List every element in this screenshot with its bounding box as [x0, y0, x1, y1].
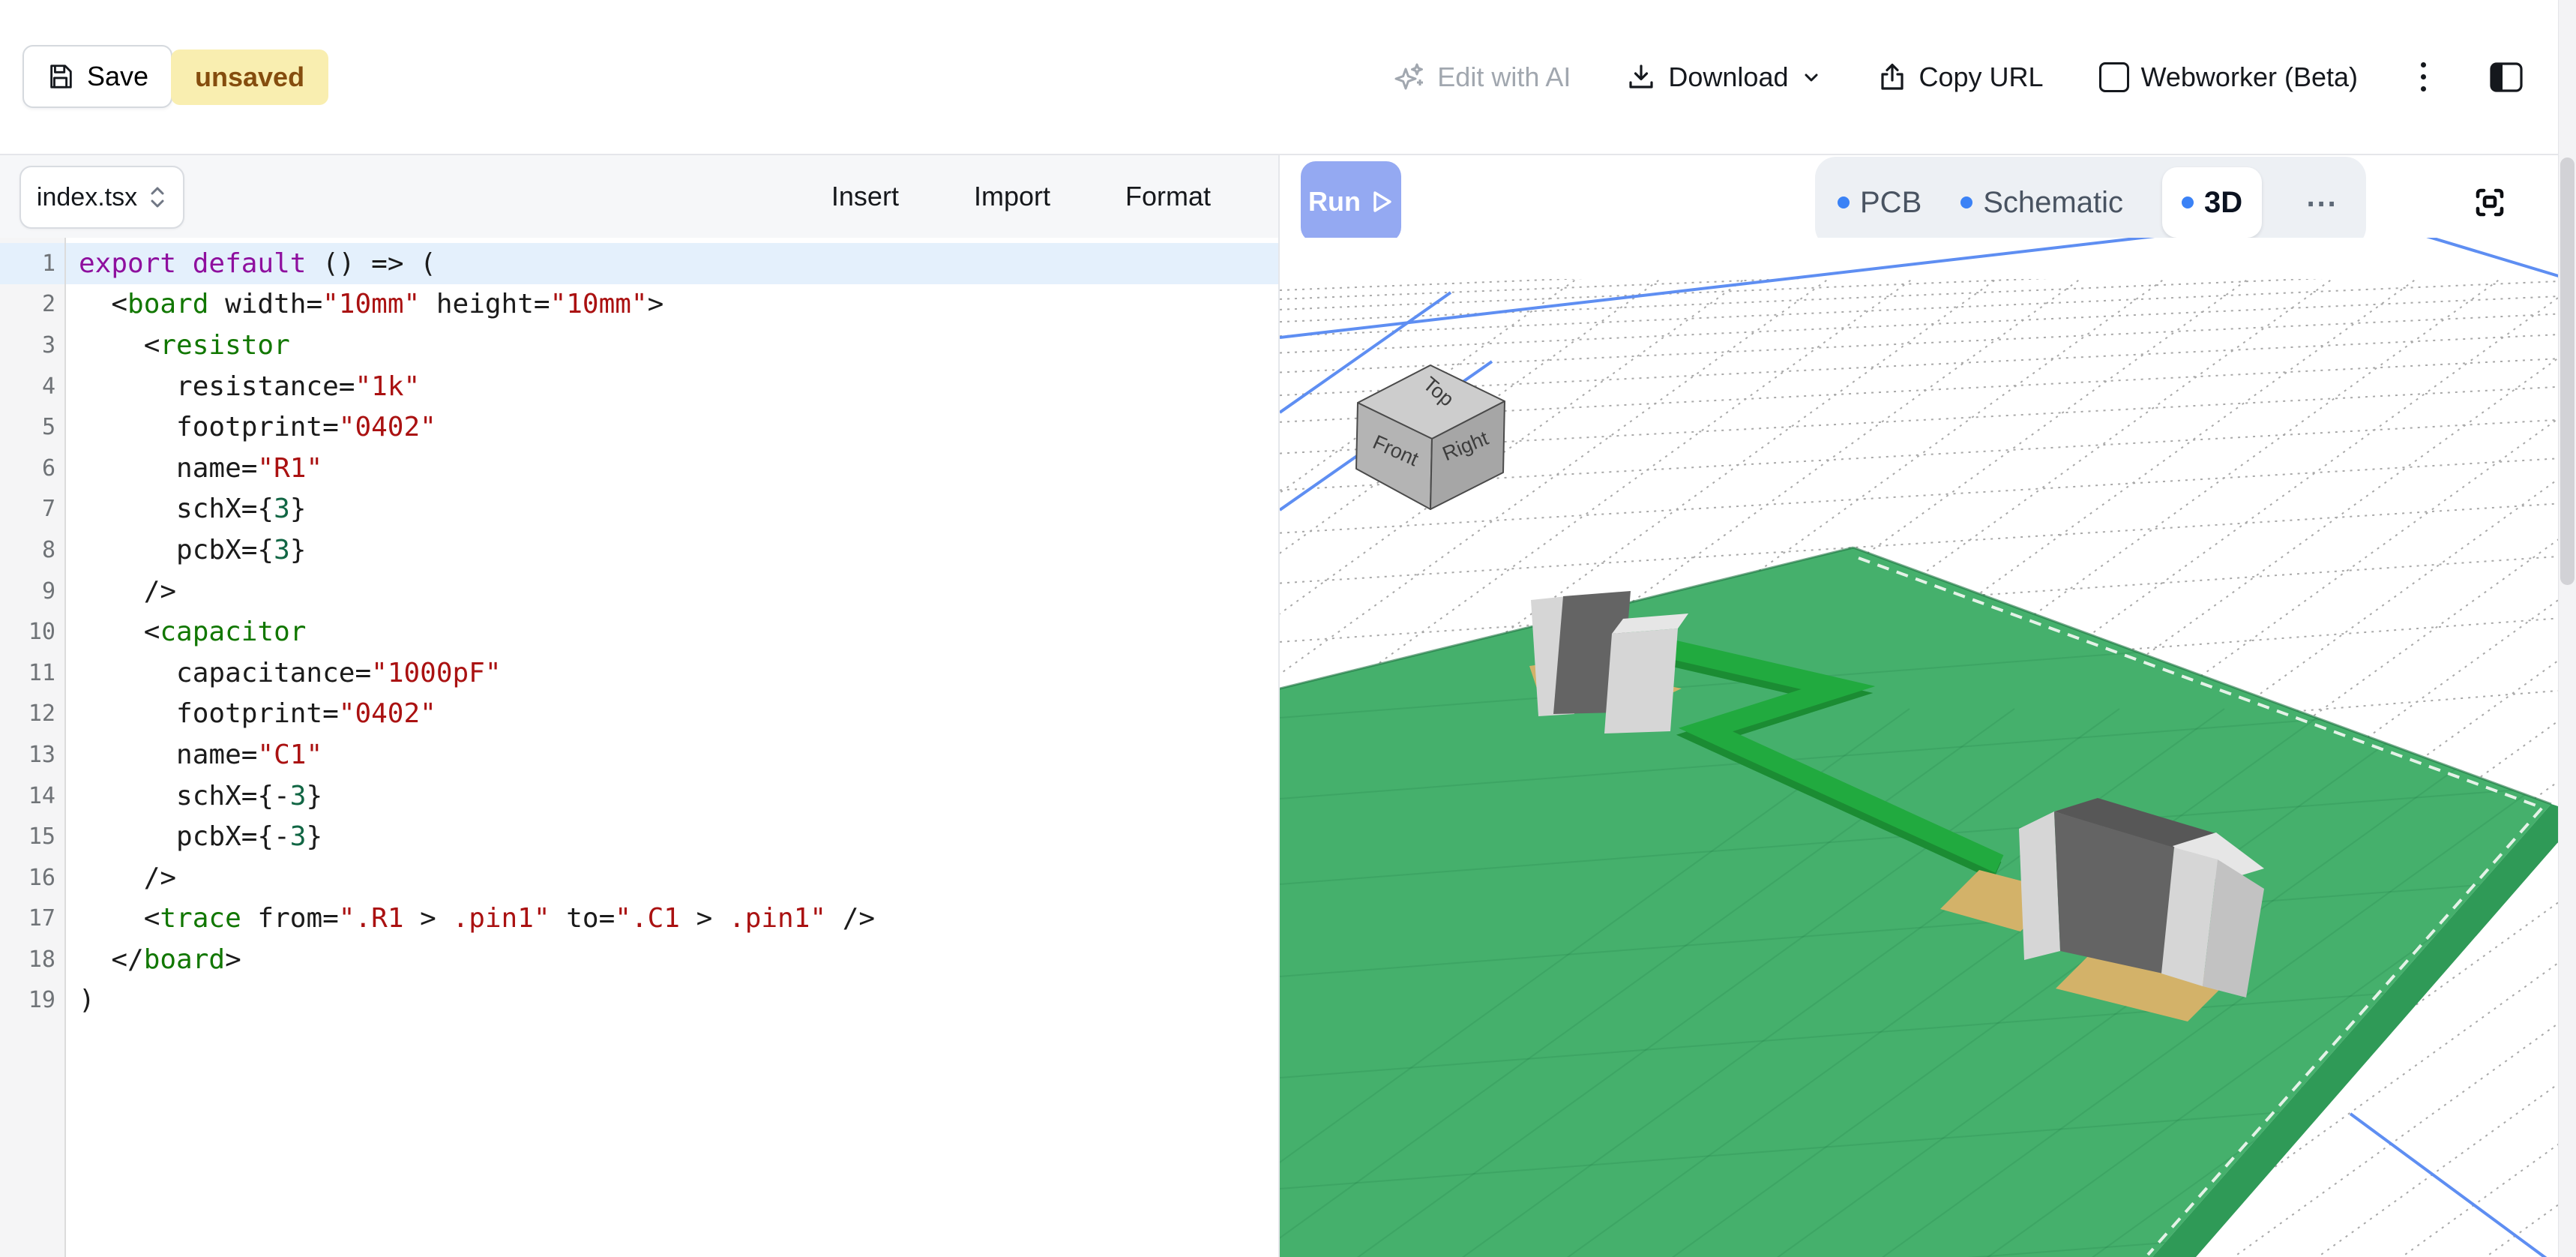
chip-end-cap [2019, 812, 2060, 960]
import-button[interactable]: Import [974, 181, 1050, 212]
copy-url-button[interactable]: Copy URL [1877, 62, 2044, 93]
unsaved-status-badge: unsaved [171, 50, 328, 105]
3d-viewport[interactable]: Top Front Right [1280, 238, 2558, 1257]
editor-toolbar: index.tsx Insert Import Format [0, 155, 1278, 239]
code-line[interactable]: 18 </board> [0, 939, 1278, 980]
sparkles-icon [1394, 62, 1425, 93]
code-line[interactable]: 9 /> [0, 571, 1278, 612]
line-number: 8 [0, 530, 66, 571]
pcb-dot-icon [1838, 196, 1850, 208]
3d-dot-icon [2182, 196, 2194, 208]
share-icon [1877, 62, 1907, 92]
line-number: 12 [0, 694, 66, 735]
copy-url-label: Copy URL [1919, 62, 2044, 93]
more-options-button[interactable] [2413, 58, 2434, 96]
line-number: 11 [0, 652, 66, 694]
tab-pcb-label: PCB [1860, 186, 1922, 220]
code-line[interactable]: 3 <resistor [0, 325, 1278, 366]
editor-toolbar-links: Insert Import Format [831, 155, 1211, 238]
file-select[interactable]: index.tsx [19, 166, 184, 229]
run-label: Run [1308, 186, 1361, 218]
download-label: Download [1668, 62, 1788, 93]
code-line[interactable]: 13 name="C1" [0, 734, 1278, 776]
code-line[interactable]: 16 /> [0, 857, 1278, 898]
line-number: 15 [0, 816, 66, 857]
line-number: 2 [0, 284, 66, 326]
code-lines: 1export default () => (2 <board width="1… [0, 243, 1278, 1021]
window-scrollbar[interactable] [2558, 0, 2576, 1257]
code-editor[interactable]: 1export default () => (2 <board width="1… [0, 238, 1278, 1257]
toggle-panel-button[interactable] [2489, 62, 2524, 93]
tscircuit-editor-app: Save unsaved Edit with AI [0, 0, 2576, 1257]
edit-with-ai-label: Edit with AI [1437, 62, 1571, 93]
line-number: 4 [0, 366, 66, 407]
download-button[interactable]: Download [1626, 62, 1821, 93]
line-number: 1 [0, 243, 66, 284]
line-number: 19 [0, 980, 66, 1022]
fullscreen-icon [2469, 182, 2511, 224]
view-tabs: PCB Schematic 3D ⋯ [1815, 157, 2366, 248]
code-line[interactable]: 1export default () => ( [0, 243, 1278, 284]
fit-view-button[interactable] [2467, 179, 2513, 226]
orientation-cube[interactable]: Top Front Right [1356, 365, 1505, 509]
line-number: 16 [0, 857, 66, 898]
run-button[interactable]: Run [1301, 161, 1401, 242]
preview-toolbar: Run PCB Schematic 3D ⋯ [1280, 155, 2558, 238]
code-line[interactable]: 10 <capacitor [0, 611, 1278, 652]
line-number: 6 [0, 448, 66, 489]
save-label: Save [87, 61, 148, 92]
line-number: 5 [0, 406, 66, 448]
3d-scene-svg: Top Front Right [1280, 238, 2558, 1257]
file-name: index.tsx [37, 183, 137, 212]
save-button[interactable]: Save [22, 45, 172, 108]
tab-3d[interactable]: 3D [2162, 167, 2262, 238]
line-number: 3 [0, 325, 66, 366]
code-line[interactable]: 15 pcbX={-3} [0, 816, 1278, 857]
header: Save unsaved Edit with AI [0, 0, 2576, 155]
header-actions: Edit with AI Download [1394, 0, 2524, 154]
pcb-board-top[interactable] [1280, 548, 2551, 1257]
line-number: 14 [0, 776, 66, 817]
tab-schematic[interactable]: Schematic [1960, 186, 2123, 220]
select-chevrons-icon [148, 184, 167, 210]
edit-with-ai-button[interactable]: Edit with AI [1394, 62, 1571, 93]
download-icon [1626, 62, 1656, 92]
webworker-toggle[interactable]: Webworker (Beta) [2099, 62, 2358, 93]
code-line[interactable]: 11 capacitance="1000pF" [0, 652, 1278, 694]
code-line[interactable]: 19) [0, 980, 1278, 1022]
insert-button[interactable]: Insert [831, 181, 899, 212]
line-number: 17 [0, 898, 66, 940]
webworker-checkbox[interactable] [2099, 62, 2129, 92]
code-line[interactable]: 2 <board width="10mm" height="10mm"> [0, 284, 1278, 326]
chip-end-cap [1604, 628, 1678, 734]
save-icon [46, 62, 75, 91]
code-line[interactable]: 7 schX={3} [0, 489, 1278, 530]
code-line[interactable]: 8 pcbX={3} [0, 530, 1278, 571]
scrollbar-thumb[interactable] [2560, 158, 2575, 585]
code-line[interactable]: 14 schX={-3} [0, 776, 1278, 817]
line-number: 13 [0, 734, 66, 776]
code-line[interactable]: 4 resistance="1k" [0, 366, 1278, 407]
code-line[interactable]: 5 footprint="0402" [0, 406, 1278, 448]
webworker-label: Webworker (Beta) [2141, 62, 2358, 93]
tabs-more-button[interactable]: ⋯ [2301, 184, 2344, 221]
tab-pcb[interactable]: PCB [1838, 186, 1922, 220]
sidebar-panel-icon [2489, 62, 2524, 93]
line-number: 18 [0, 939, 66, 980]
line-number: 7 [0, 489, 66, 530]
code-line[interactable]: 6 name="R1" [0, 448, 1278, 489]
code-line[interactable]: 12 footprint="0402" [0, 694, 1278, 735]
line-number: 9 [0, 571, 66, 612]
line-number: 10 [0, 611, 66, 652]
tab-3d-label: 3D [2204, 186, 2242, 220]
format-button[interactable]: Format [1125, 181, 1211, 212]
play-icon [1371, 190, 1394, 214]
chevron-down-icon [1801, 67, 1822, 88]
tab-schematic-label: Schematic [1983, 186, 2123, 220]
schematic-dot-icon [1960, 196, 1972, 208]
code-line[interactable]: 17 <trace from=".R1 > .pin1" to=".C1 > .… [0, 898, 1278, 940]
